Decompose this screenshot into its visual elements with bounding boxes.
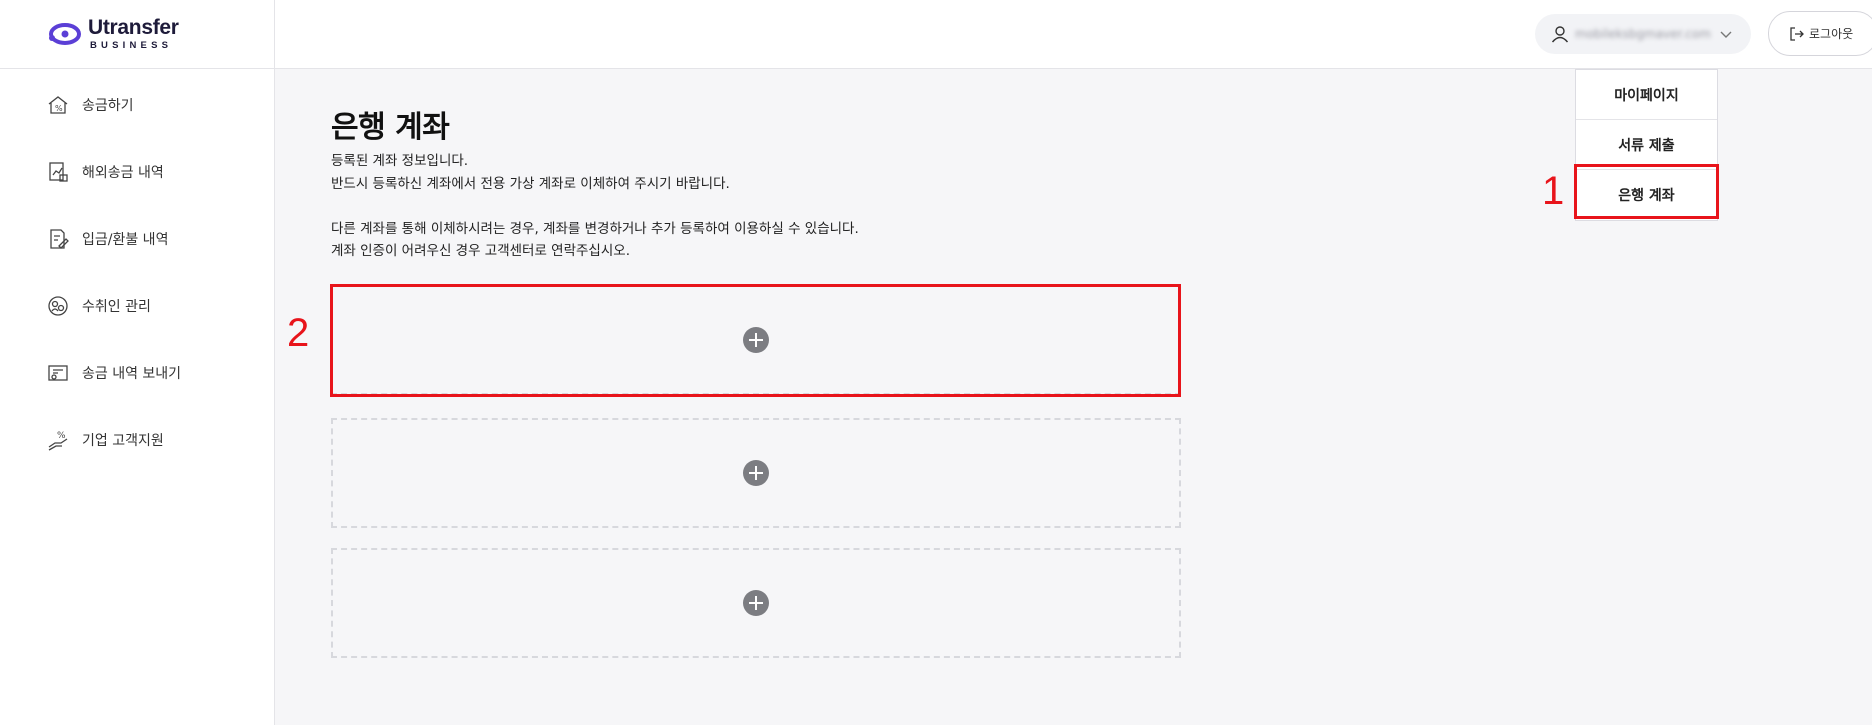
desc-line: 다른 계좌를 통해 이체하시려는 경우, 계좌를 변경하거나 추가 등록하여 이…: [331, 220, 859, 237]
svg-text:%: %: [57, 431, 66, 441]
desc-line: 반드시 등록하신 계좌에서 전용 가상 계좌로 이체하여 주시기 바랍니다.: [331, 175, 730, 192]
user-email: mobileksbgmaver.com: [1575, 27, 1711, 41]
desc-line: 계좌 인증이 어려우신 경우 고객센터로 연락주십시오.: [331, 243, 630, 259]
plus-icon: [743, 327, 769, 353]
sidebar-item-label: 기업 고객지원: [82, 432, 164, 449]
user-dropdown-menu: 마이페이지 서류 제출 은행 계좌: [1575, 69, 1718, 221]
page-title: 은행 계좌: [331, 110, 450, 145]
menu-item-mypage[interactable]: 마이페이지: [1576, 70, 1717, 120]
sidebar: Utransfer BUSINESS % 송금하기 해외송금 내역 입금/환불 …: [0, 0, 275, 725]
house-money-icon: %: [48, 95, 68, 114]
chevron-down-icon: [1720, 31, 1732, 38]
sidebar-item-label: 해외송금 내역: [82, 164, 164, 181]
user-menu-button[interactable]: mobileksbgmaver.com: [1535, 14, 1751, 54]
sidebar-item-business-support[interactable]: % 기업 고객지원: [0, 406, 274, 473]
sidebar-nav: % 송금하기 해외송금 내역 입금/환불 내역 수취인 관리 송금 내역 보내기…: [0, 69, 274, 473]
sidebar-item-label: 수취인 관리: [82, 298, 151, 315]
add-account-slot[interactable]: [331, 548, 1181, 658]
sidebar-item-recipients[interactable]: 수취인 관리: [0, 272, 274, 339]
annotation-label-2: 2: [287, 311, 310, 355]
sidebar-item-send-history[interactable]: 송금 내역 보내기: [0, 339, 274, 406]
svg-text:%: %: [55, 104, 63, 113]
top-header: mobileksbgmaver.com 로그아웃: [275, 0, 1872, 69]
logo[interactable]: Utransfer BUSINESS: [0, 0, 274, 69]
logo-mark-icon: [49, 23, 81, 45]
add-account-slot[interactable]: [331, 285, 1181, 395]
desc-line: 등록된 계좌 정보입니다.: [331, 153, 469, 169]
document-pen-icon: [50, 228, 69, 249]
certificate-icon: [48, 364, 68, 381]
people-cycle-icon: [48, 295, 68, 316]
logout-icon: [1790, 26, 1804, 41]
sidebar-item-label: 송금 내역 보내기: [82, 365, 182, 382]
plus-icon: [743, 590, 769, 616]
sidebar-item-label: 송금하기: [82, 97, 134, 114]
logo-name: Utransfer: [88, 16, 179, 40]
hand-percent-icon: %: [48, 431, 68, 451]
page-description: 등록된 계좌 정보입니다. 반드시 등록하신 계좌에서 전용 가상 계좌로 이체…: [331, 150, 859, 263]
logout-button[interactable]: 로그아웃: [1768, 11, 1872, 56]
user-icon: [1551, 26, 1569, 43]
add-account-slot[interactable]: [331, 418, 1181, 528]
sidebar-item-send-money[interactable]: % 송금하기: [0, 71, 274, 138]
sidebar-item-deposit-refund[interactable]: 입금/환불 내역: [0, 205, 274, 272]
chart-document-icon: [49, 161, 68, 182]
sidebar-item-overseas-history[interactable]: 해외송금 내역: [0, 138, 274, 205]
logo-subtitle: BUSINESS: [90, 40, 173, 52]
desc-spacer: [331, 195, 859, 218]
sidebar-item-label: 입금/환불 내역: [82, 231, 169, 248]
plus-icon: [743, 460, 769, 486]
annotation-label-1: 1: [1542, 169, 1565, 213]
logout-label: 로그아웃: [1809, 27, 1854, 41]
menu-item-document-submit[interactable]: 서류 제출: [1576, 120, 1717, 170]
menu-item-bank-account[interactable]: 은행 계좌: [1576, 170, 1717, 220]
